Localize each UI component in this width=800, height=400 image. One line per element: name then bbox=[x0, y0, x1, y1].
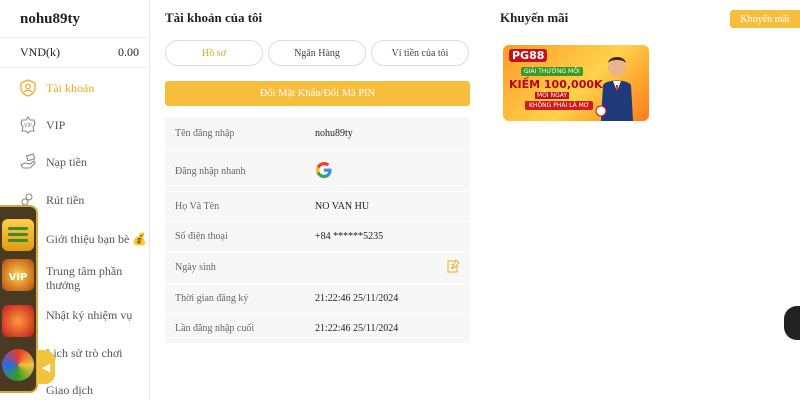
svg-text:VIP: VIP bbox=[9, 272, 28, 283]
chevron-left-icon: ◀ bbox=[41, 361, 51, 374]
sidebar-item-label: Nhật ký nhiệm vụ bbox=[46, 308, 133, 322]
banner-mascot-image bbox=[595, 57, 633, 121]
menu-list-icon[interactable] bbox=[2, 219, 34, 251]
sidebar-item-deposit[interactable]: Nạp tiền bbox=[0, 152, 150, 172]
sidebar-item-label: VIP bbox=[46, 118, 66, 132]
user-shield-icon bbox=[18, 78, 38, 98]
account-info-table: Tên đăng nhập nohu89ty Đăng nhập nhanh H… bbox=[165, 117, 470, 344]
row-value: +84 ******5235 bbox=[315, 231, 384, 242]
sidebar-item-label: Giới thiệu bạn bè 💰 bbox=[46, 232, 148, 246]
sidebar-item-account[interactable]: Tài khoản bbox=[0, 78, 150, 98]
table-row: Đăng nhập nhanh bbox=[165, 151, 470, 192]
sidebar-item-label: Tài khoản bbox=[46, 81, 95, 95]
deposit-hand-icon bbox=[18, 152, 38, 172]
table-row: Số điện thoại +84 ******5235 bbox=[165, 222, 470, 252]
row-key: Lần đăng nhập cuối bbox=[175, 323, 255, 334]
row-key: Thời gian đăng ký bbox=[175, 293, 249, 304]
sidebar-item-vip[interactable]: VIP VIP bbox=[0, 115, 150, 135]
table-row: Lần đăng nhập cuối 21:22:46 25/11/2024 bbox=[165, 314, 470, 344]
row-value: 21:22:46 25/11/2024 bbox=[315, 293, 399, 304]
row-key: Họ Và Tên bbox=[175, 201, 220, 212]
row-value: nohu89ty bbox=[315, 128, 353, 139]
change-password-pin-button[interactable]: Đổi Mật Khẩu/Đổi Mã PIN bbox=[165, 81, 470, 106]
vip-badge-icon: VIP bbox=[18, 115, 38, 135]
username: nohu89ty bbox=[0, 0, 149, 38]
lucky-wheel-icon[interactable] bbox=[2, 349, 34, 381]
google-login-icon[interactable] bbox=[315, 161, 333, 182]
banner-headline: KIẾM 100,000K bbox=[509, 78, 603, 91]
lucky-bag-icon[interactable] bbox=[2, 305, 34, 337]
table-row: Tên đăng nhập nohu89ty bbox=[165, 117, 470, 151]
sidebar-item-label: Rút tiền bbox=[46, 193, 85, 207]
promo-button[interactable]: Khuyến mãi bbox=[730, 10, 800, 28]
banner-subtitle: GIẢI THƯỞNG MỖI bbox=[521, 67, 583, 76]
row-key: Đăng nhập nhanh bbox=[175, 165, 246, 177]
promo-banner[interactable]: PG88 GIẢI THƯỞNG MỖI KIẾM 100,000K MỖI N… bbox=[503, 45, 649, 121]
floating-game-panel: VIP bbox=[0, 205, 38, 393]
chat-support-button[interactable] bbox=[784, 306, 800, 340]
banner-ribbon: KHÔNG PHẢI LÀ MƠ bbox=[525, 101, 594, 110]
svg-text:VIP: VIP bbox=[24, 123, 32, 129]
sidebar-item-label: Trung tâm phần thưởng bbox=[46, 264, 123, 292]
edit-icon[interactable] bbox=[447, 259, 460, 276]
tab-wallet[interactable]: Ví tiền của tôi bbox=[371, 40, 469, 66]
table-row: Ngày sinh bbox=[165, 252, 470, 284]
promo-title: Khuyến mãi bbox=[500, 10, 569, 25]
row-value: NO VAN HU bbox=[315, 201, 370, 212]
row-key: Tên đăng nhập bbox=[175, 128, 235, 139]
sidebar-item-label: Nạp tiền bbox=[46, 155, 87, 169]
table-row: Thời gian đăng ký 21:22:46 25/11/2024 bbox=[165, 284, 470, 314]
account-title: Tài khoản của tôi bbox=[165, 10, 263, 25]
balance-row: VND(k) 0.00 bbox=[0, 38, 149, 68]
row-value: 21:22:46 25/11/2024 bbox=[315, 323, 399, 334]
balance-value: 0.00 bbox=[118, 45, 139, 59]
row-key: Số điện thoại bbox=[175, 231, 228, 242]
collapse-panel-button[interactable]: ◀ bbox=[37, 350, 55, 384]
tab-profile[interactable]: Hồ sơ bbox=[165, 40, 263, 66]
sidebar-item-label: Lịch sử trò chơi bbox=[46, 346, 123, 360]
vip-game-icon[interactable]: VIP bbox=[2, 259, 34, 291]
table-row: Họ Và Tên NO VAN HU bbox=[165, 192, 470, 222]
tab-bank[interactable]: Ngân Hàng bbox=[268, 40, 366, 66]
main-content: Tài khoản của tôi Hồ sơ Ngân Hàng Ví tiề… bbox=[150, 0, 800, 400]
sidebar-item-label: Giao dịch bbox=[46, 383, 93, 397]
balance-label: VND(k) bbox=[20, 45, 60, 59]
row-key: Ngày sinh bbox=[175, 262, 216, 273]
banner-mini: MỖI NGÀY bbox=[535, 92, 570, 99]
banner-logo: PG88 bbox=[509, 49, 548, 62]
